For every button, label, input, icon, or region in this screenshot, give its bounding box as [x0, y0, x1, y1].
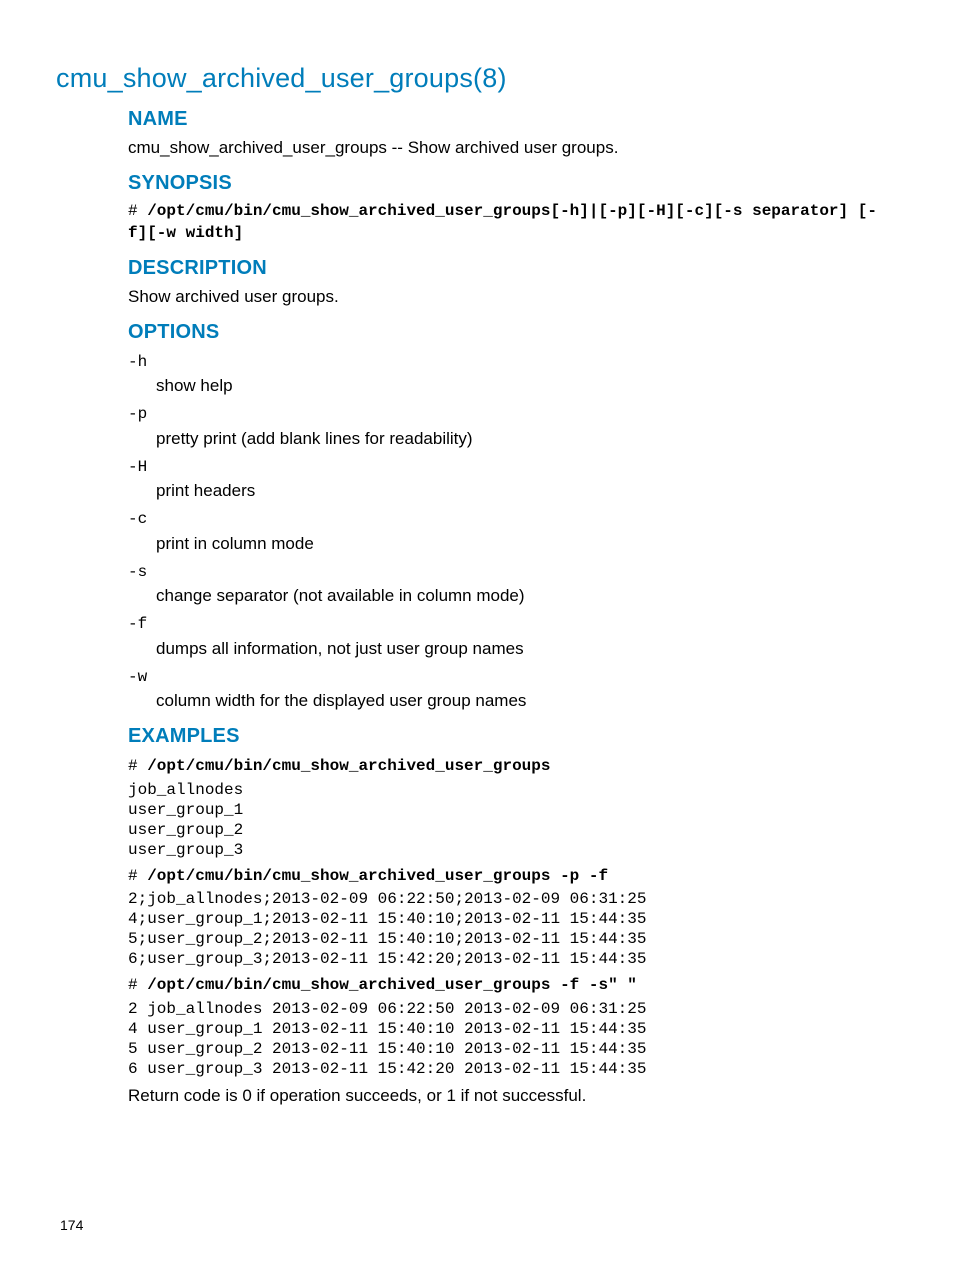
- option-flag: -h: [128, 352, 894, 374]
- example-command: # /opt/cmu/bin/cmu_show_archived_user_gr…: [128, 756, 894, 778]
- option-desc: column width for the displayed user grou…: [156, 690, 894, 713]
- option-flag: -H: [128, 457, 894, 479]
- option-desc: pretty print (add blank lines for readab…: [156, 428, 894, 451]
- content-body: NAME cmu_show_archived_user_groups -- Sh…: [128, 106, 894, 1108]
- page-title: cmu_show_archived_user_groups(8): [56, 60, 894, 96]
- section-heading-name: NAME: [128, 106, 894, 133]
- example-prefix: #: [128, 976, 147, 994]
- synopsis-prefix: #: [128, 202, 147, 220]
- option-flag: -p: [128, 404, 894, 426]
- option-flag: -c: [128, 509, 894, 531]
- option-flag: -s: [128, 562, 894, 584]
- example-prefix: #: [128, 757, 147, 775]
- section-heading-options: OPTIONS: [128, 319, 894, 346]
- example-cmd-text: /opt/cmu/bin/cmu_show_archived_user_grou…: [147, 757, 550, 775]
- example-command: # /opt/cmu/bin/cmu_show_archived_user_gr…: [128, 975, 894, 997]
- synopsis-command: # /opt/cmu/bin/cmu_show_archived_user_gr…: [128, 201, 894, 244]
- example-command: # /opt/cmu/bin/cmu_show_archived_user_gr…: [128, 866, 894, 888]
- option-flag: -f: [128, 614, 894, 636]
- option-flag: -w: [128, 667, 894, 689]
- example-output: 2 job_allnodes 2013-02-09 06:22:50 2013-…: [128, 999, 894, 1079]
- man-page: cmu_show_archived_user_groups(8) NAME cm…: [0, 0, 954, 1271]
- name-text: cmu_show_archived_user_groups -- Show ar…: [128, 137, 894, 160]
- example-output: 2;job_allnodes;2013-02-09 06:22:50;2013-…: [128, 889, 894, 969]
- synopsis-cmd-text: /opt/cmu/bin/cmu_show_archived_user_grou…: [128, 202, 877, 242]
- option-desc: show help: [156, 375, 894, 398]
- section-heading-examples: EXAMPLES: [128, 723, 894, 750]
- option-desc: change separator (not available in colum…: [156, 585, 894, 608]
- option-desc: dumps all information, not just user gro…: [156, 638, 894, 661]
- example-cmd-text: /opt/cmu/bin/cmu_show_archived_user_grou…: [147, 976, 637, 994]
- section-heading-description: DESCRIPTION: [128, 255, 894, 282]
- example-output: job_allnodes user_group_1 user_group_2 u…: [128, 780, 894, 860]
- description-text: Show archived user groups.: [128, 286, 894, 309]
- example-cmd-text: /opt/cmu/bin/cmu_show_archived_user_grou…: [147, 867, 608, 885]
- option-desc: print headers: [156, 480, 894, 503]
- page-number: 174: [60, 1216, 83, 1235]
- options-list: -h show help -p pretty print (add blank …: [128, 352, 894, 714]
- section-heading-synopsis: SYNOPSIS: [128, 170, 894, 197]
- example-prefix: #: [128, 867, 147, 885]
- return-code-text: Return code is 0 if operation succeeds, …: [128, 1085, 894, 1108]
- option-desc: print in column mode: [156, 533, 894, 556]
